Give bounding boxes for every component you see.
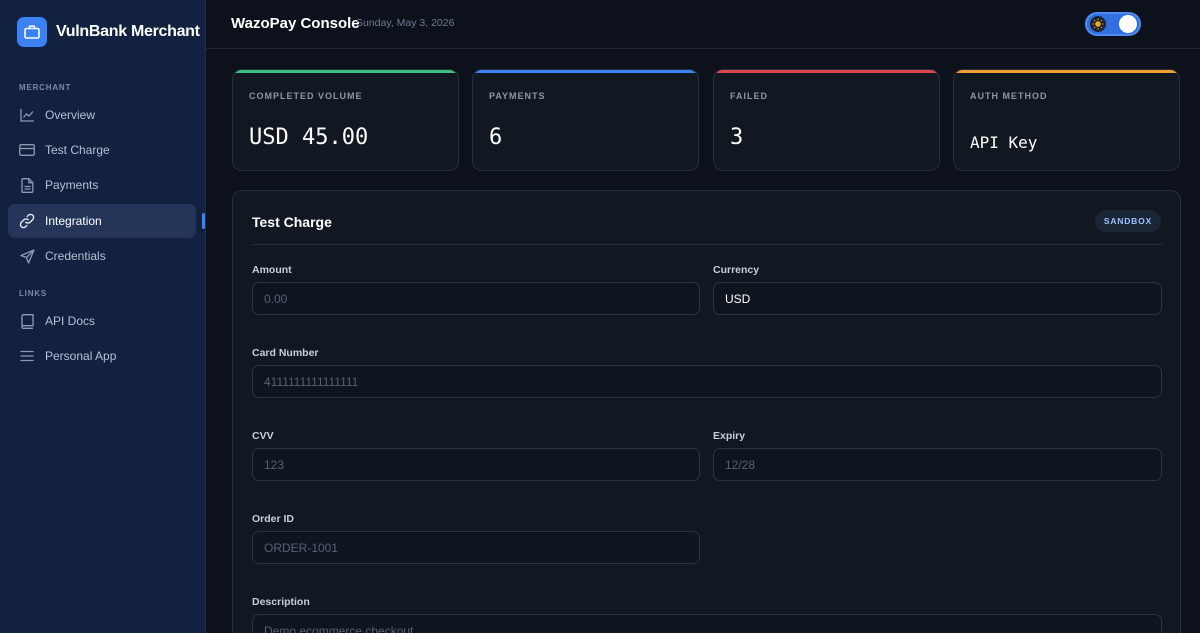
order-id-label: Order ID bbox=[252, 513, 295, 525]
stat-value: 6 bbox=[489, 125, 503, 150]
card-number-input[interactable] bbox=[252, 365, 1162, 398]
stat-label: FAILED bbox=[730, 91, 769, 101]
top-header: WazoPay Console Sunday, May 3, 2026 bbox=[206, 0, 1200, 49]
card-accent-bar bbox=[473, 70, 698, 73]
sandbox-badge: SANDBOX bbox=[1094, 210, 1161, 232]
currency-label: Currency bbox=[713, 264, 760, 276]
order-id-input[interactable] bbox=[252, 531, 700, 564]
sidebar-item-label: Integration bbox=[45, 214, 102, 228]
link-icon bbox=[19, 213, 35, 229]
sidebar-item-label: API Docs bbox=[45, 314, 96, 328]
brand-name: VulnBank Merchant bbox=[56, 23, 200, 40]
stat-label: AUTH METHOD bbox=[970, 91, 1048, 101]
sidebar-item-personal-app[interactable]: Personal App bbox=[8, 339, 196, 373]
cvv-label: CVV bbox=[252, 430, 274, 442]
test-charge-panel: Test Charge SANDBOX Amount Currency Card… bbox=[232, 190, 1181, 633]
briefcase-icon bbox=[17, 17, 47, 47]
stat-card-auth-method: AUTH METHOD API Key bbox=[953, 69, 1180, 171]
theme-toggle[interactable] bbox=[1085, 12, 1141, 36]
sidebar-item-api-docs[interactable]: API Docs bbox=[8, 304, 196, 338]
page-title: WazoPay Console bbox=[231, 15, 360, 32]
section-links: LINKS bbox=[19, 289, 47, 298]
document-icon bbox=[19, 177, 35, 193]
menu-icon bbox=[19, 348, 35, 364]
sidebar-item-label: Credentials bbox=[45, 249, 106, 263]
page-date: Sunday, May 3, 2026 bbox=[356, 17, 455, 29]
stat-card-failed: FAILED 3 bbox=[713, 69, 940, 171]
expiry-input[interactable] bbox=[713, 448, 1162, 481]
sidebar-item-label: Test Charge bbox=[45, 143, 110, 157]
cvv-input[interactable] bbox=[252, 448, 700, 481]
sidebar-item-test-charge[interactable]: Test Charge bbox=[8, 133, 196, 167]
brand[interactable]: VulnBank Merchant bbox=[17, 17, 200, 47]
toggle-knob bbox=[1119, 15, 1137, 33]
sidebar-item-label: Personal App bbox=[45, 349, 117, 363]
sidebar-item-payments[interactable]: Payments bbox=[8, 168, 196, 202]
divider bbox=[252, 244, 1162, 245]
stat-card-completed-volume: COMPLETED VOLUME USD 45.00 bbox=[232, 69, 459, 171]
stat-label: PAYMENTS bbox=[489, 91, 546, 101]
sidebar-item-integration[interactable]: Integration bbox=[8, 204, 196, 238]
expiry-label: Expiry bbox=[713, 430, 746, 442]
amount-input[interactable] bbox=[252, 282, 700, 315]
sidebar-item-label: Overview bbox=[45, 108, 96, 122]
active-indicator bbox=[202, 213, 205, 229]
card-accent-bar bbox=[233, 70, 458, 73]
panel-title: Test Charge bbox=[252, 214, 332, 230]
sidebar: VulnBank Merchant MERCHANT Overview Test… bbox=[0, 0, 206, 633]
card-accent-bar bbox=[954, 70, 1179, 73]
stat-value: USD 45.00 bbox=[249, 125, 369, 150]
sun-icon bbox=[1090, 16, 1106, 32]
card-accent-bar bbox=[714, 70, 939, 73]
amount-label: Amount bbox=[252, 264, 292, 276]
sidebar-item-label: Payments bbox=[45, 178, 99, 192]
sidebar-item-credentials[interactable]: Credentials bbox=[8, 239, 196, 273]
stat-value: 3 bbox=[730, 125, 744, 150]
section-merchant: MERCHANT bbox=[19, 83, 72, 92]
book-icon bbox=[19, 313, 35, 329]
credit-card-icon bbox=[19, 142, 35, 158]
card-number-label: Card Number bbox=[252, 347, 319, 359]
stat-label: COMPLETED VOLUME bbox=[249, 91, 363, 101]
stat-card-payments: PAYMENTS 6 bbox=[472, 69, 699, 171]
stat-value: API Key bbox=[970, 133, 1038, 152]
sidebar-item-overview[interactable]: Overview bbox=[8, 98, 196, 132]
send-icon bbox=[19, 248, 35, 264]
chart-line-icon bbox=[19, 107, 35, 123]
description-input[interactable] bbox=[252, 614, 1162, 633]
description-label: Description bbox=[252, 596, 310, 608]
currency-input[interactable] bbox=[713, 282, 1162, 315]
